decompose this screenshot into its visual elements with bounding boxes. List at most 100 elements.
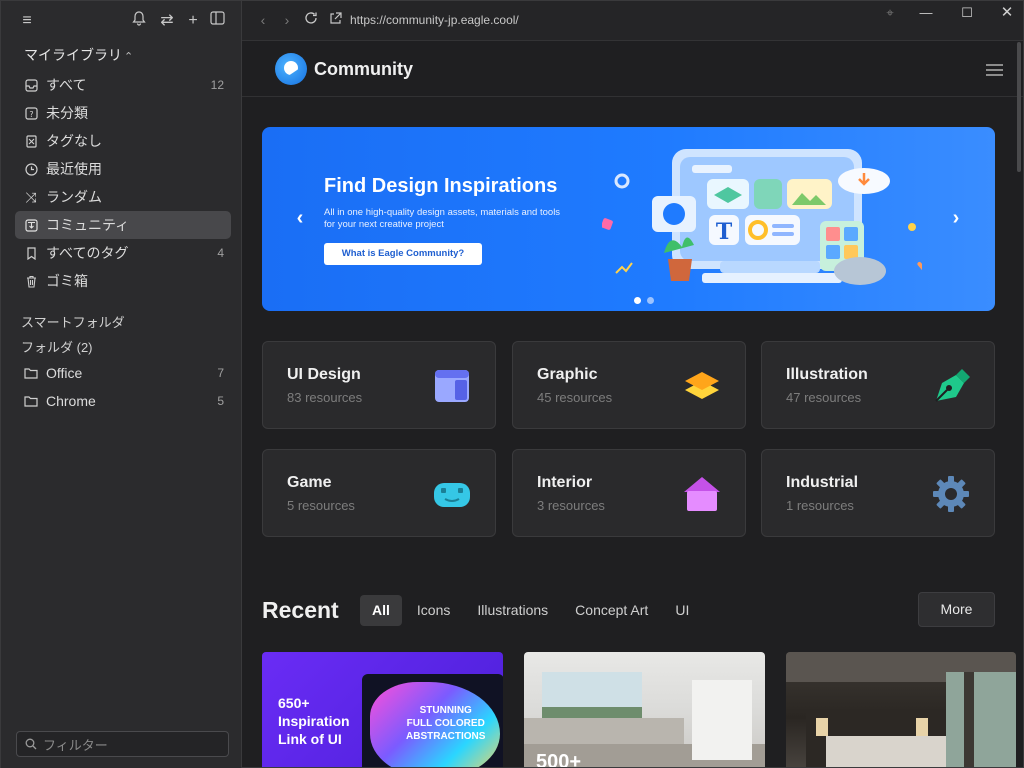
sidebar-item-random[interactable]: ⤨ ランダム [15, 183, 231, 211]
sidebar-item-label: コミュニティ [46, 217, 130, 233]
category-title: Interior [537, 474, 593, 491]
bedroom-photo [786, 652, 1016, 767]
bell-icon[interactable] [129, 11, 149, 31]
sidebar-nav: すべて 12 ? 未分類 タグなし 最近使用 ⤨ ランダム コミュニティ すべて… [15, 71, 231, 295]
library-title: マイライブラリ [24, 47, 122, 63]
category-count: 47 resources [786, 390, 862, 405]
open-external-icon[interactable] [326, 11, 344, 29]
category-card-interior[interactable]: Interior 3 resources [512, 449, 746, 537]
folder-item-chrome[interactable]: Chrome 5 [15, 387, 231, 415]
folder-header[interactable]: フォルダ (2) [21, 337, 93, 356]
banner-pagination [634, 291, 660, 309]
sidebar-toolbar: ≡ ⇄ + [17, 11, 225, 33]
tab-ui[interactable]: UI [663, 595, 701, 626]
sidebar-item-label: 未分類 [46, 105, 88, 121]
more-button[interactable]: More [918, 592, 995, 627]
pen-nib-icon [935, 369, 970, 402]
category-count: 3 resources [537, 498, 605, 513]
pin-icon[interactable]: ⌖ [876, 5, 904, 21]
sidebar-item-label: ランダム [46, 189, 102, 205]
sync-icon[interactable]: ⇄ [157, 11, 177, 31]
forward-icon[interactable]: › [278, 11, 296, 29]
category-title: Illustration [786, 366, 868, 383]
resource-thumbnail[interactable] [786, 652, 1016, 767]
page-dot[interactable] [647, 297, 654, 304]
category-count: 45 resources [537, 390, 613, 405]
gear-icon [933, 476, 969, 512]
sidebar-item-all[interactable]: すべて 12 [15, 71, 231, 99]
back-icon[interactable]: ‹ [254, 11, 272, 29]
interior-photo: 500+ [524, 672, 765, 767]
category-card-ui-design[interactable]: UI Design 83 resources [262, 341, 496, 429]
banner-next-icon[interactable]: › [946, 207, 966, 230]
sidebar-item-recent[interactable]: 最近使用 [15, 155, 231, 183]
tab-all[interactable]: All [360, 595, 402, 626]
sidebar-item-all-tags[interactable]: すべてのタグ 4 [15, 239, 231, 267]
house-icon [684, 477, 720, 511]
sidebar-item-community[interactable]: コミュニティ [15, 211, 231, 239]
untagged-icon [24, 134, 38, 148]
bookmark-icon [24, 246, 38, 260]
category-card-graphic[interactable]: Graphic 45 resources [512, 341, 746, 429]
item-count: 12 [210, 78, 224, 92]
refresh-icon[interactable] [302, 11, 320, 29]
recent-heading: Recent [262, 597, 339, 623]
category-count: 1 resources [786, 498, 854, 513]
svg-text:?: ? [29, 110, 33, 119]
tab-icons[interactable]: Icons [405, 595, 462, 626]
add-icon[interactable]: + [183, 11, 203, 31]
clock-icon [24, 162, 38, 176]
banner-prev-icon[interactable]: ‹ [290, 207, 310, 230]
library-selector[interactable]: マイライブラリ ⌃ [24, 45, 133, 65]
sidebar: ≡ ⇄ + マイライブラリ ⌃ すべて 12 ? 未分類 タグなし 最近使用 ⤨… [1, 1, 242, 768]
thumbnail-caption: 650+ Inspiration Link of UI [278, 694, 350, 748]
category-card-industrial[interactable]: Industrial 1 resources [761, 449, 995, 537]
community-icon [24, 218, 38, 232]
question-box-icon: ? [24, 106, 38, 120]
url-field[interactable]: https://community-jp.eagle.cool/ [350, 13, 519, 27]
page-dot-active[interactable] [634, 297, 641, 304]
search-icon [25, 738, 37, 750]
folder-icon [24, 394, 38, 408]
banner-text: All in one high-quality design assets, m… [324, 207, 561, 230]
filter-input[interactable]: フィルター [16, 731, 229, 757]
folder-item-office[interactable]: Office 7 [15, 359, 231, 387]
ui-design-icon [435, 370, 469, 402]
resource-thumbnail[interactable]: 650+ Inspiration Link of UI STUNNING FULL C… [262, 652, 503, 767]
hero-banner: ‹ › Find Design Inspirations All in one … [262, 127, 995, 311]
tab-concept-art[interactable]: Concept Art [563, 595, 660, 626]
category-card-game[interactable]: Game 5 resources [262, 449, 496, 537]
panel-toggle-icon[interactable] [207, 11, 227, 31]
category-card-illustration[interactable]: Illustration 47 resources [761, 341, 995, 429]
community-header: Community [242, 42, 1023, 97]
thumbnail-preview: STUNNING FULL COLORED ABSTRACTIONS [362, 674, 503, 767]
smart-folder-header[interactable]: スマートフォルダ [21, 312, 125, 331]
sidebar-item-uncategorized[interactable]: ? 未分類 [15, 99, 231, 127]
minimize-icon[interactable]: — [912, 5, 940, 21]
resource-thumbnail[interactable]: 500+ [524, 652, 765, 767]
folder-label: Chrome [46, 393, 96, 409]
menu-icon[interactable] [986, 64, 1003, 76]
sidebar-item-untagged[interactable]: タグなし [15, 127, 231, 155]
menu-icon[interactable]: ≡ [17, 11, 37, 31]
sidebar-item-label: タグなし [46, 133, 102, 149]
category-title: UI Design [287, 366, 361, 383]
svg-text:T: T [716, 219, 733, 245]
sidebar-item-trash[interactable]: ゴミ箱 [15, 267, 231, 295]
eagle-logo[interactable] [275, 53, 307, 85]
banner-title: Find Design Inspirations [324, 175, 558, 197]
sidebar-item-label: ゴミ箱 [46, 273, 88, 289]
community-page: Community ‹ › Find Design Inspirations A… [242, 42, 1023, 767]
close-icon[interactable]: ✕ [993, 5, 1021, 21]
sidebar-item-label: すべて [46, 77, 87, 93]
recent-tabs: All Icons Illustrations Concept Art UI [360, 595, 704, 626]
scrollbar[interactable] [1017, 42, 1021, 172]
tab-illustrations[interactable]: Illustrations [465, 595, 560, 626]
maximize-icon[interactable]: ☐ [953, 5, 981, 21]
brand-name[interactable]: Community [314, 59, 413, 80]
filter-placeholder: フィルター [43, 737, 108, 753]
banner-cta-button[interactable]: What is Eagle Community? [324, 243, 482, 265]
sidebar-item-label: 最近使用 [46, 161, 102, 177]
thumb1-sub: STUNNING FULL COLORED ABSTRACTIONS [406, 705, 486, 742]
shuffle-icon: ⤨ [25, 188, 37, 205]
